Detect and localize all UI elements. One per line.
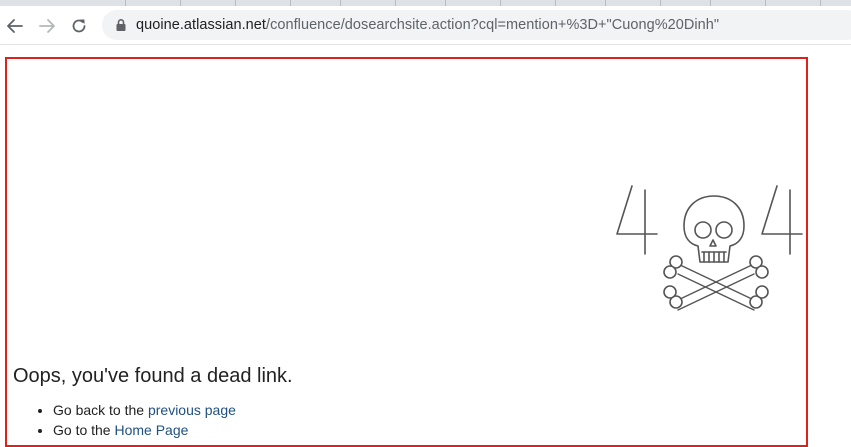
lock-icon [116,19,126,31]
arrow-left-icon [7,19,23,33]
crossbones-icon [663,255,769,311]
404-illustration [616,185,803,311]
previous-page-link[interactable]: previous page [148,402,236,418]
forward-button[interactable] [36,15,58,37]
digit-four-right [761,185,803,255]
home-page-link[interactable]: Home Page [114,422,188,438]
arrow-right-icon [39,19,55,33]
list-item: Go to the Home Page [53,420,236,440]
back-button[interactable] [4,15,26,37]
link-prefix: Go to the [53,422,115,438]
url-host: quoine.atlassian.net [136,17,266,33]
link-prefix: Go back to the [53,402,148,418]
page-content: Oops, you've found a dead link. Go back … [0,45,851,447]
list-item: Go back to the previous page [53,400,236,420]
error-headline: Oops, you've found a dead link. [13,365,293,387]
url-text[interactable]: quoine.atlassian.net/confluence/dosearch… [136,17,719,33]
recovery-links: Go back to the previous page Go to the H… [33,400,236,440]
reload-button[interactable] [68,15,90,37]
skull-icon [683,195,745,263]
url-path: /confluence/dosearchsite.action?cql=ment… [266,17,720,33]
browser-toolbar: quoine.atlassian.net/confluence/dosearch… [0,6,851,45]
address-bar[interactable]: quoine.atlassian.net/confluence/dosearch… [102,10,851,40]
reload-icon [72,19,86,33]
digit-four-left [616,185,658,255]
